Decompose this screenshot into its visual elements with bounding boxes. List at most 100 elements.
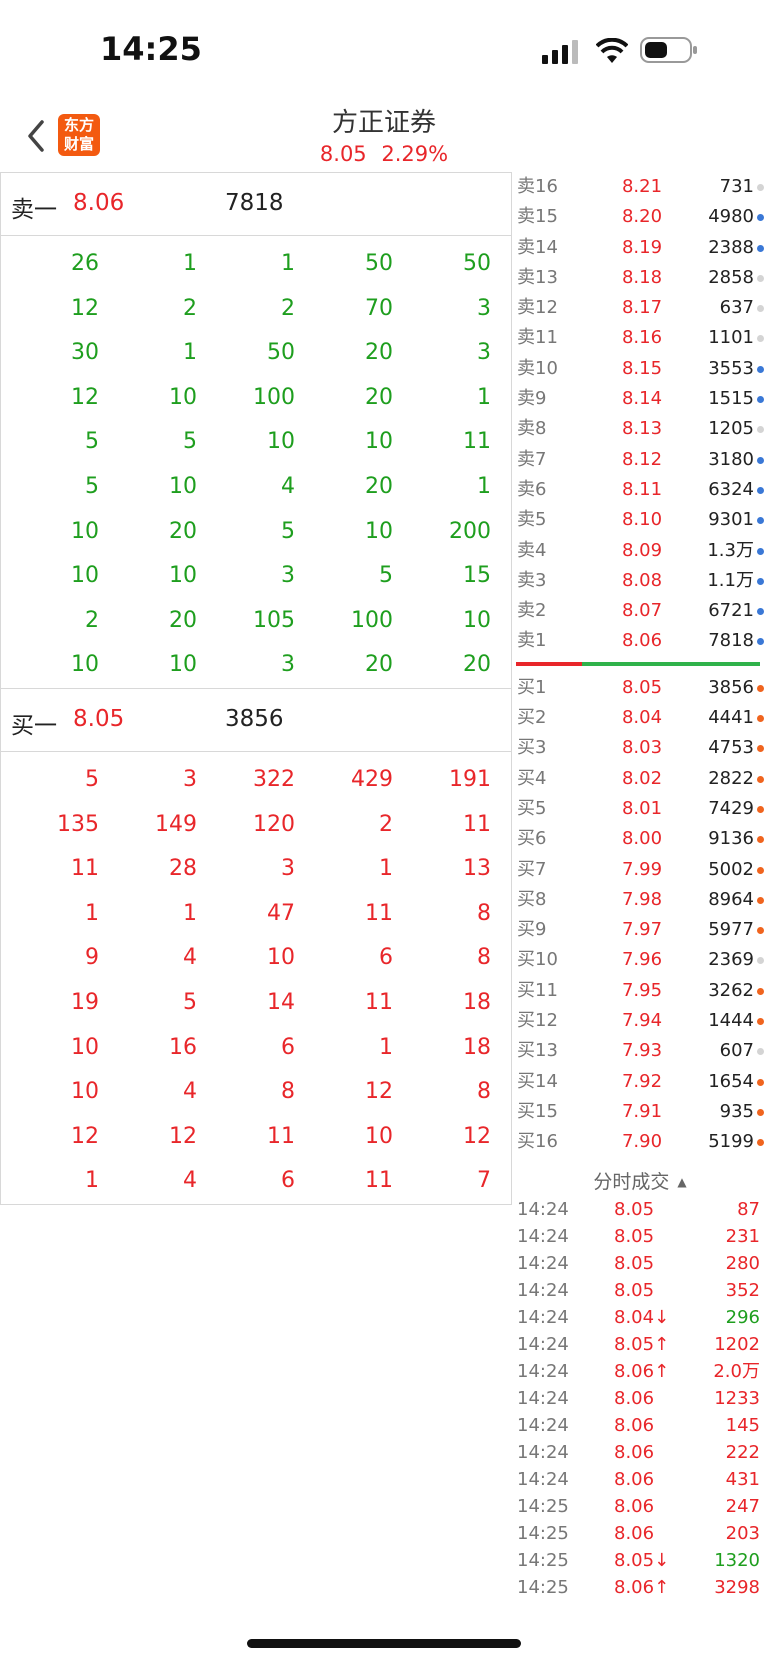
bid-level-row[interactable]: 买7 7.99 5002 xyxy=(512,855,768,885)
ask-level-row[interactable]: 卖7 8.12 3180 xyxy=(512,445,768,475)
bid-level-row[interactable]: 买2 8.04 4441 xyxy=(512,703,768,733)
bid-level-row[interactable]: 买15 7.91 935 xyxy=(512,1097,768,1127)
level-volume: 2388 xyxy=(708,236,754,258)
queue-cell: 1 xyxy=(379,1034,393,1060)
tick-volume: 1233 xyxy=(714,1388,760,1409)
level-volume: 7818 xyxy=(708,630,754,652)
status-dot-icon xyxy=(757,274,764,282)
level-price: 8.17 xyxy=(621,297,663,319)
queue-cell: 10 xyxy=(365,429,393,455)
queue-row: 26 1 1 50 50 xyxy=(1,242,511,287)
queue-cell: 1 xyxy=(183,251,197,276)
ask-level-row[interactable]: 卖3 8.08 1.1万 xyxy=(512,566,768,596)
bid-level-row[interactable]: 买10 7.96 2369 xyxy=(512,945,768,975)
bid-level-row[interactable]: 买5 8.01 7429 xyxy=(512,794,768,824)
bid-level-row[interactable]: 买3 8.03 4753 xyxy=(512,733,768,763)
ask-level-row[interactable]: 卖5 8.10 9301 xyxy=(512,505,768,535)
bid-level-row[interactable]: 买9 7.97 5977 xyxy=(512,915,768,945)
ask-level-row[interactable]: 卖8 8.13 1205 xyxy=(512,414,768,444)
tick-row: 14:24 8.06 1233 xyxy=(512,1385,768,1412)
bid-level-row[interactable]: 买4 8.02 2822 xyxy=(512,764,768,794)
queue-cell: 322 xyxy=(253,767,295,792)
queue-cell: 8 xyxy=(477,1079,491,1105)
sell1-label: 卖一 xyxy=(11,197,57,223)
level-volume: 5002 xyxy=(708,858,754,880)
sell1-price: 8.06 xyxy=(73,190,125,216)
queue-cell: 50 xyxy=(463,251,491,276)
ask-level-row[interactable]: 卖15 8.20 4980 xyxy=(512,202,768,232)
queue-cell: 11 xyxy=(463,429,491,455)
level-price: 8.15 xyxy=(621,357,663,379)
ticks-toggle[interactable]: 分时成交 ▲ xyxy=(512,1167,768,1197)
bid-level-row[interactable]: 买16 7.90 5199 xyxy=(512,1127,768,1157)
ask-level-row[interactable]: 卖11 8.16 1101 xyxy=(512,323,768,353)
level-label: 买2 xyxy=(517,707,547,729)
queue-cell: 10 xyxy=(365,518,393,544)
bid-level-row[interactable]: 买6 8.00 9136 xyxy=(512,824,768,854)
home-indicator[interactable] xyxy=(247,1639,521,1648)
tick-time: 14:24 xyxy=(517,1469,569,1490)
ask-level-row[interactable]: 卖16 8.21 731 xyxy=(512,172,768,202)
level-label: 卖6 xyxy=(517,478,547,500)
bid-level-row[interactable]: 买11 7.95 3262 xyxy=(512,976,768,1006)
level-label: 卖14 xyxy=(517,236,558,258)
level-price: 8.14 xyxy=(621,388,663,410)
status-dot-icon xyxy=(757,1048,764,1056)
tick-time: 14:24 xyxy=(517,1226,569,1247)
level-volume: 1515 xyxy=(708,388,754,410)
bid-level-row[interactable]: 买14 7.92 1654 xyxy=(512,1067,768,1097)
level-price: 8.20 xyxy=(621,206,663,228)
level-label: 卖13 xyxy=(517,266,558,288)
queue-cell: 10 xyxy=(365,1123,393,1149)
queue-cell: 12 xyxy=(169,1123,197,1149)
ask-level-row[interactable]: 卖13 8.18 2858 xyxy=(512,263,768,293)
queue-cell: 191 xyxy=(449,767,491,792)
level-label: 卖11 xyxy=(517,327,558,349)
bid-level-row[interactable]: 买12 7.94 1444 xyxy=(512,1006,768,1036)
queue-cell: 2 xyxy=(85,607,99,633)
bid-level-row[interactable]: 买8 7.98 8964 xyxy=(512,885,768,915)
ask-level-row[interactable]: 卖2 8.07 6721 xyxy=(512,596,768,626)
level-volume: 1.3万 xyxy=(707,539,754,561)
level-label: 卖7 xyxy=(517,448,547,470)
status-dot-icon xyxy=(757,805,764,813)
status-time: 14:25 xyxy=(100,30,202,68)
level-label: 卖8 xyxy=(517,418,547,440)
ask-level-row[interactable]: 卖9 8.14 1515 xyxy=(512,384,768,414)
level-label: 卖9 xyxy=(517,388,547,410)
level-volume: 1205 xyxy=(708,418,754,440)
queue-row: 10 10 3 20 20 xyxy=(1,643,511,688)
ask-level-row[interactable]: 卖14 8.19 2388 xyxy=(512,233,768,263)
queue-cell: 105 xyxy=(253,607,295,633)
queue-cell: 50 xyxy=(267,340,295,366)
tick-price: 8.06 xyxy=(614,1415,655,1436)
status-dot-icon xyxy=(757,1018,764,1026)
queue-cell: 18 xyxy=(463,1034,491,1060)
bid-level-row[interactable]: 买13 7.93 607 xyxy=(512,1036,768,1066)
sell1-header: 卖一 8.06 7818 xyxy=(1,173,511,236)
level-volume: 607 xyxy=(719,1040,754,1062)
tick-price: 8.06 xyxy=(614,1523,655,1544)
tick-time: 14:24 xyxy=(517,1199,569,1220)
ask-level-row[interactable]: 卖4 8.09 1.3万 xyxy=(512,536,768,566)
level-label: 买13 xyxy=(517,1040,558,1062)
bid-level-row[interactable]: 买1 8.05 3856 xyxy=(512,673,768,703)
status-dot-icon xyxy=(757,335,764,343)
queue-cell: 2 xyxy=(379,811,393,837)
queue-row: 10 16 6 1 18 xyxy=(1,1026,511,1071)
queue-cell: 11 xyxy=(365,1168,393,1194)
level-volume: 3180 xyxy=(708,448,754,470)
ask-level-row[interactable]: 卖6 8.11 6324 xyxy=(512,475,768,505)
level-volume: 3553 xyxy=(708,357,754,379)
queue-row: 30 1 50 20 3 xyxy=(1,331,511,376)
level-label: 卖15 xyxy=(517,206,558,228)
level-volume: 8964 xyxy=(708,888,754,910)
ask-level-row[interactable]: 卖1 8.06 7818 xyxy=(512,626,768,656)
tick-volume: 1202 xyxy=(714,1334,760,1355)
ask-level-row[interactable]: 卖10 8.15 3553 xyxy=(512,354,768,384)
queue-row: 19 5 14 11 18 xyxy=(1,981,511,1026)
ask-level-row[interactable]: 卖12 8.17 637 xyxy=(512,293,768,323)
queue-row: 12 2 2 70 3 xyxy=(1,287,511,332)
level-label: 卖3 xyxy=(517,569,547,591)
buy1-label: 买一 xyxy=(11,713,57,739)
